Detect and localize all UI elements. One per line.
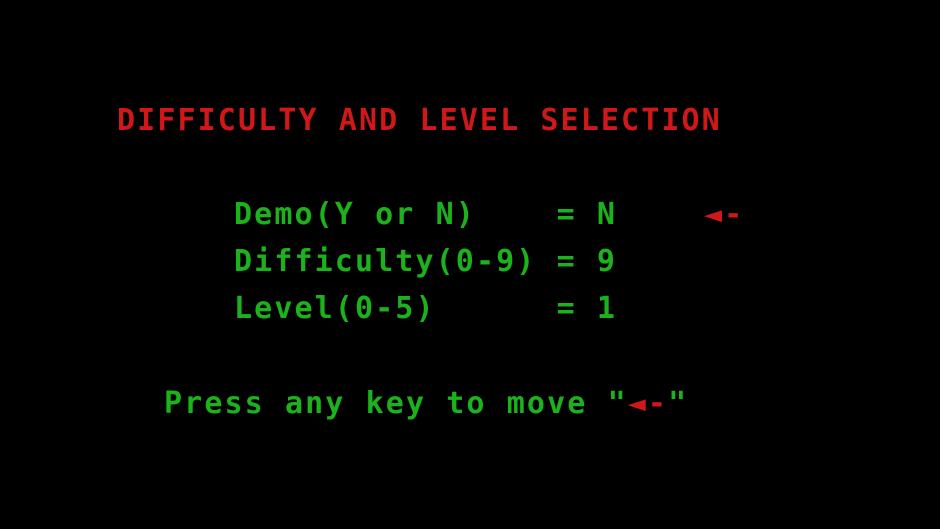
option-level-label: Level(0-5) xyxy=(234,291,557,326)
option-demo-label: Demo(Y or N) xyxy=(234,197,557,232)
prompt-text: Press any key to move xyxy=(164,386,608,421)
prompt-quote-close: " xyxy=(668,386,689,421)
selection-screen: DIFFICULTY AND LEVEL SELECTION Demo(Y or… xyxy=(0,0,940,529)
selection-cursor-arrow-icon: ◄- xyxy=(704,197,745,232)
prompt-arrow-icon: ◄- xyxy=(627,386,669,421)
option-difficulty-label: Difficulty(0-9) xyxy=(234,244,557,279)
option-difficulty[interactable]: Difficulty(0-9) = 9 xyxy=(234,247,617,277)
option-difficulty-equals: = xyxy=(556,244,597,279)
option-level-equals: = xyxy=(556,291,597,326)
option-demo-value: N xyxy=(596,197,618,232)
option-level-value: 1 xyxy=(596,291,618,326)
option-demo-equals: = xyxy=(556,197,597,232)
instruction-prompt: Press any key to move "◄-" xyxy=(164,389,688,419)
option-demo[interactable]: Demo(Y or N) = N xyxy=(234,200,617,230)
screen-title: DIFFICULTY AND LEVEL SELECTION xyxy=(117,103,722,138)
prompt-quote-open: " xyxy=(607,386,628,421)
option-level[interactable]: Level(0-5) = 1 xyxy=(234,294,617,324)
option-difficulty-value: 9 xyxy=(596,244,618,279)
